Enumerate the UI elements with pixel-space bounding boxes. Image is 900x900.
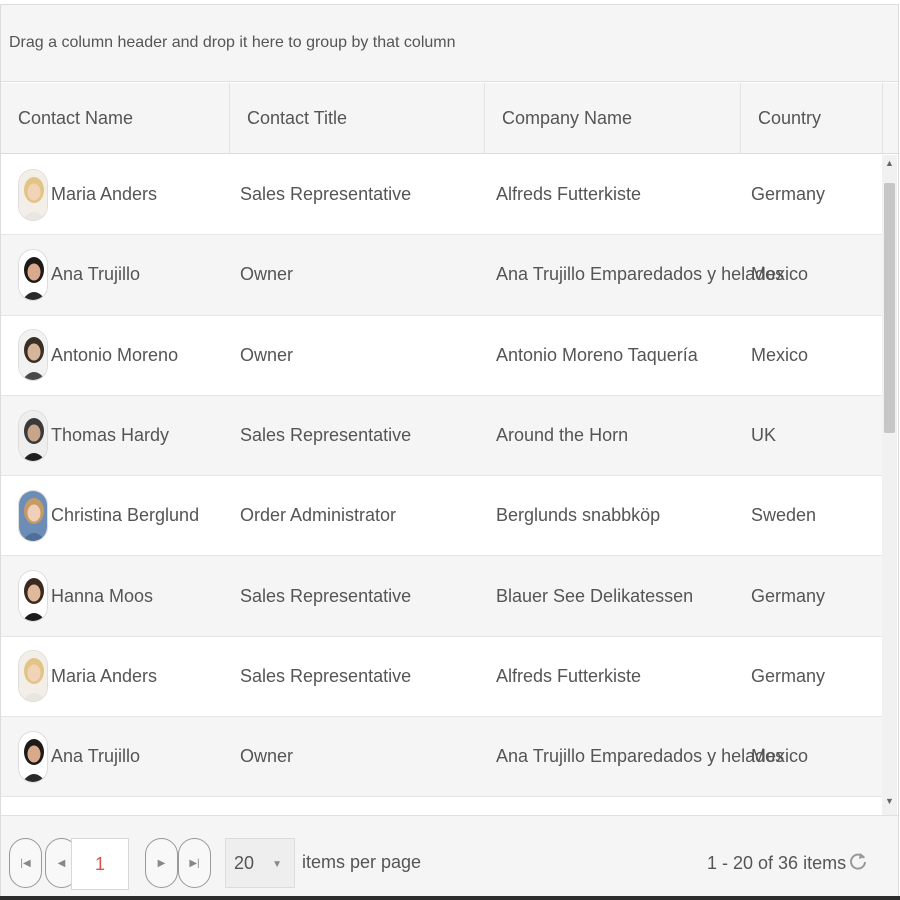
cell-company-name: Blauer See Delikatessen [496,585,694,606]
avatar [18,409,48,462]
data-grid: Drag a column header and drop it here to… [0,4,899,900]
cell-contact-title: Sales Representative [240,665,412,686]
avatar [18,248,48,301]
cell-country: UK [751,425,777,446]
avatar [18,329,48,382]
table-row[interactable]: Maria Anders Sales Representative Alfreds … [1,637,882,718]
scroll-down-arrow-icon[interactable]: ▼ [882,793,897,809]
last-page-icon[interactable]: ▶| [178,838,211,888]
avatar [18,650,48,703]
column-header-country[interactable]: Country [741,83,883,153]
cell-contact-name: Maria Anders [1,155,230,234]
cell-contact-name: Thomas Hardy [1,396,230,475]
header-scroll-spacer [883,83,898,153]
page-size-select[interactable]: 20 ▼ [225,838,295,888]
cell-contact-title: Sales Representative [240,184,412,205]
items-per-page-label: items per page [302,852,422,872]
cell-contact-title: Owner [240,344,294,365]
cell-contact-name: Ana Trujillo [1,235,230,314]
cell-contact-title: Owner [240,264,294,285]
cell-company-name: Alfreds Futterkiste [496,665,642,686]
cell-company-name: Berglunds snabbköp [496,505,661,526]
table-row[interactable]: Christina Berglund Order Administrator Ber… [1,476,882,557]
contact-name: Ana Trujillo [51,746,141,767]
current-page-input[interactable]: 1 [71,838,129,890]
contact-name: Maria Anders [51,665,158,686]
scroll-up-arrow-icon[interactable]: ▲ [882,155,897,171]
table-row[interactable]: Ana Trujillo Owner Ana Trujillo Emparedado… [1,717,882,798]
cell-contact-title: Order Administrator [240,505,397,526]
cell-company-name: Ana Trujillo Emparedados y helados [496,746,785,767]
column-header-company-name[interactable]: Company Name [485,83,741,153]
avatar [18,168,48,221]
grid-pager: |◀ ◀ 1 ▶ ▶| 20 ▼ items per page 1 - 20 o… [1,815,898,899]
page-size-value: 20 [234,852,255,873]
column-header-contact-title[interactable]: Contact Title [230,83,485,153]
cell-contact-name: Maria Anders [1,637,230,716]
table-row[interactable]: Ana Trujillo Owner Ana Trujillo Emparedado… [1,235,882,316]
table-row[interactable]: Antonio Moreno Owner Antonio Moreno Taquer… [1,316,882,396]
refresh-icon[interactable] [846,849,870,873]
group-panel-hint: Drag a column header and drop it here to… [9,34,456,51]
avatar [18,730,48,783]
grid-header: Contact Name Contact Title Company Name … [1,83,898,154]
chevron-down-icon: ▼ [272,859,282,870]
contact-name: Thomas Hardy [51,425,170,446]
cell-country: Mexico [751,746,809,767]
cell-contact-name: Hanna Moos [1,556,230,635]
table-row[interactable]: Maria Anders Sales Representative Alfreds … [1,155,882,236]
cell-contact-title: Sales Representative [240,425,412,446]
cell-contact-title: Sales Representative [240,585,412,606]
avatar [18,570,48,623]
cell-company-name: Around the Horn [496,425,629,446]
table-row[interactable]: Thomas Hardy Sales Representative Around t… [1,395,882,477]
grid-body: Maria Anders Sales Representative Alfreds … [1,155,882,815]
contact-name: Christina Berglund [51,505,200,526]
cell-country: Germany [751,665,826,686]
cell-country: Sweden [751,505,817,526]
cell-company-name: Alfreds Futterkiste [496,184,642,205]
group-drop-panel[interactable]: Drag a column header and drop it here to… [1,5,898,82]
table-row[interactable]: Hanna Moos Sales Representative Blauer See… [1,556,882,637]
cell-country: Germany [751,585,826,606]
cell-contact-name: Ana Trujillo [1,717,230,796]
column-header-contact-name[interactable]: Contact Name [1,83,230,153]
vertical-scrollbar[interactable]: ▲ ▼ [882,155,897,815]
cell-contact-name: Antonio Moreno [1,316,230,395]
contact-name: Ana Trujillo [51,264,141,285]
first-page-icon[interactable]: |◀ [9,838,42,888]
contact-name: Hanna Moos [51,585,154,606]
cell-contact-name: Christina Berglund [1,476,230,555]
pager-info: 1 - 20 of 36 items [707,853,847,873]
cell-company-name: Ana Trujillo Emparedados y helados [496,264,785,285]
cell-country: Germany [751,184,826,205]
cell-country: Mexico [751,344,809,365]
cell-contact-title: Owner [240,746,294,767]
next-page-icon[interactable]: ▶ [145,838,178,888]
contact-name: Antonio Moreno [51,344,179,365]
bottom-window-edge [0,896,900,900]
cell-company-name: Antonio Moreno Taquería [496,344,698,365]
avatar [18,489,48,542]
contact-name: Maria Anders [51,184,158,205]
scrollbar-thumb[interactable] [884,183,895,433]
cell-country: Mexico [751,264,809,285]
